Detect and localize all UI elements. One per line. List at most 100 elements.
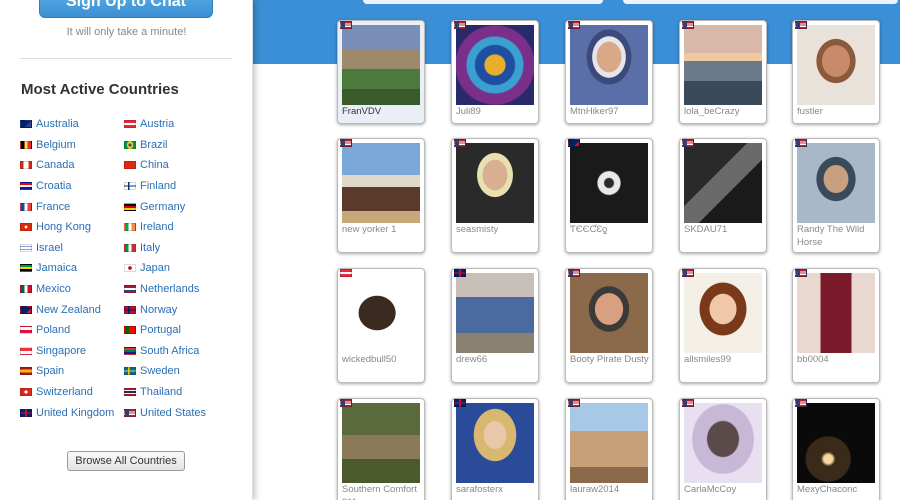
- user-photo[interactable]: [456, 25, 534, 105]
- country-link-za[interactable]: South Africa: [124, 343, 228, 360]
- country-link-nl[interactable]: Netherlands: [124, 281, 228, 298]
- country-link-se[interactable]: Sweden: [124, 363, 228, 380]
- user-card[interactable]: FranVDV: [337, 20, 425, 124]
- signup-button[interactable]: Sign Up to Chat: [39, 0, 213, 18]
- user-name[interactable]: SKDAU71: [684, 223, 766, 236]
- user-name[interactable]: seasmisty: [456, 223, 538, 236]
- user-card[interactable]: Randy The Wild Horse: [792, 138, 880, 253]
- user-name[interactable]: FranVDV: [342, 105, 424, 118]
- flag-th-icon: [124, 388, 136, 397]
- country-link-pt[interactable]: Portugal: [124, 322, 228, 339]
- user-card[interactable]: CarlaMcCoy: [679, 398, 767, 500]
- user-card[interactable]: SKDAU71: [679, 138, 767, 253]
- country-link-be[interactable]: Belgium: [20, 137, 124, 154]
- user-card[interactable]: sarafosterx: [451, 398, 539, 500]
- browse-all-countries-button[interactable]: Browse All Countries: [67, 451, 185, 471]
- user-card[interactable]: Booty Pirate Dusty: [565, 268, 653, 383]
- user-card[interactable]: new yorker 1: [337, 138, 425, 253]
- user-name[interactable]: MtnHiker97: [570, 105, 652, 118]
- user-card[interactable]: wickedbull50: [337, 268, 425, 383]
- country-link-fr[interactable]: France: [20, 198, 124, 215]
- user-name[interactable]: MexyChaconc: [797, 483, 879, 496]
- user-photo[interactable]: [684, 273, 762, 353]
- country-link-mx[interactable]: Mexico: [20, 281, 124, 298]
- country-link-ie[interactable]: Ireland: [124, 219, 228, 236]
- sidebar: Sign Up to Chat It will only take a minu…: [0, 0, 253, 500]
- country-link-it[interactable]: Italy: [124, 240, 228, 257]
- user-photo[interactable]: [342, 403, 420, 483]
- flag-us-icon: [682, 139, 694, 147]
- flag-us-icon: [682, 269, 694, 277]
- user-photo[interactable]: [570, 143, 648, 223]
- user-card[interactable]: ƬЄЄƇƐƍ: [565, 138, 653, 253]
- user-name[interactable]: allsmiles99: [684, 353, 766, 366]
- user-photo[interactable]: [797, 143, 875, 223]
- country-link-pl[interactable]: Poland: [20, 322, 124, 339]
- user-name[interactable]: sarafosterx: [456, 483, 538, 496]
- user-photo[interactable]: [342, 273, 420, 353]
- country-link-gb[interactable]: United Kingdom: [20, 404, 124, 421]
- user-name[interactable]: drew66: [456, 353, 538, 366]
- user-photo[interactable]: [570, 403, 648, 483]
- user-photo[interactable]: [342, 143, 420, 223]
- user-card[interactable]: bb0004: [792, 268, 880, 383]
- user-name[interactable]: Booty Pirate Dusty: [570, 353, 652, 366]
- user-name[interactable]: wickedbull50: [342, 353, 424, 366]
- user-name[interactable]: Randy The Wild Horse: [797, 223, 879, 249]
- user-card[interactable]: MtnHiker97: [565, 20, 653, 124]
- flag-pt-icon: [124, 326, 136, 335]
- country-link-th[interactable]: Thailand: [124, 384, 228, 401]
- country-link-nz[interactable]: New Zealand: [20, 301, 124, 318]
- user-photo[interactable]: [570, 25, 648, 105]
- user-card[interactable]: allsmiles99: [679, 268, 767, 383]
- country-label: Austria: [140, 118, 175, 131]
- user-name[interactable]: lola_beCrazy: [684, 105, 766, 118]
- country-link-fi[interactable]: Finland: [124, 178, 228, 195]
- flag-us-icon: [795, 139, 807, 147]
- user-photo[interactable]: [456, 273, 534, 353]
- country-link-hr[interactable]: Croatia: [20, 178, 124, 195]
- user-photo[interactable]: [684, 403, 762, 483]
- country-link-es[interactable]: Spain: [20, 363, 124, 380]
- user-name[interactable]: new yorker 1: [342, 223, 424, 236]
- user-name[interactable]: Juli89: [456, 105, 538, 118]
- country-link-jp[interactable]: Japan: [124, 260, 228, 277]
- country-link-sg[interactable]: Singapore: [20, 343, 124, 360]
- country-link-jm[interactable]: Jamaica: [20, 260, 124, 277]
- user-photo[interactable]: [342, 25, 420, 105]
- country-link-ca[interactable]: Canada: [20, 157, 124, 174]
- user-name[interactable]: ƬЄЄƇƐƍ: [570, 223, 652, 236]
- user-name[interactable]: CarlaMcCoy: [684, 483, 766, 496]
- country-link-hk[interactable]: Hong Kong: [20, 219, 124, 236]
- user-name[interactable]: lauraw2014: [570, 483, 652, 496]
- user-card[interactable]: MexyChaconc: [792, 398, 880, 500]
- user-card[interactable]: drew66: [451, 268, 539, 383]
- user-photo[interactable]: [797, 273, 875, 353]
- user-card[interactable]: lola_beCrazy: [679, 20, 767, 124]
- flag-hr-icon: [20, 182, 32, 191]
- user-photo[interactable]: [797, 25, 875, 105]
- country-link-br[interactable]: Brazil: [124, 137, 228, 154]
- user-name[interactable]: bb0004: [797, 353, 879, 366]
- country-link-cn[interactable]: China: [124, 157, 228, 174]
- user-card[interactable]: seasmisty: [451, 138, 539, 253]
- user-card[interactable]: fustler: [792, 20, 880, 124]
- country-link-us[interactable]: United States: [124, 404, 228, 421]
- user-photo[interactable]: [456, 143, 534, 223]
- user-photo[interactable]: [684, 25, 762, 105]
- country-link-de[interactable]: Germany: [124, 198, 228, 215]
- country-link-ch[interactable]: Switzerland: [20, 384, 124, 401]
- country-link-no[interactable]: Norway: [124, 301, 228, 318]
- user-photo[interactable]: [570, 273, 648, 353]
- user-photo[interactable]: [797, 403, 875, 483]
- user-name[interactable]: Southern Comfort 911: [342, 483, 424, 500]
- country-link-au[interactable]: Australia: [20, 116, 124, 133]
- user-card[interactable]: Juli89: [451, 20, 539, 124]
- user-photo[interactable]: [456, 403, 534, 483]
- user-card[interactable]: Southern Comfort 911: [337, 398, 425, 500]
- country-link-at[interactable]: Austria: [124, 116, 228, 133]
- user-card[interactable]: lauraw2014: [565, 398, 653, 500]
- country-link-il[interactable]: Israel: [20, 240, 124, 257]
- user-name[interactable]: fustler: [797, 105, 879, 118]
- user-photo[interactable]: [684, 143, 762, 223]
